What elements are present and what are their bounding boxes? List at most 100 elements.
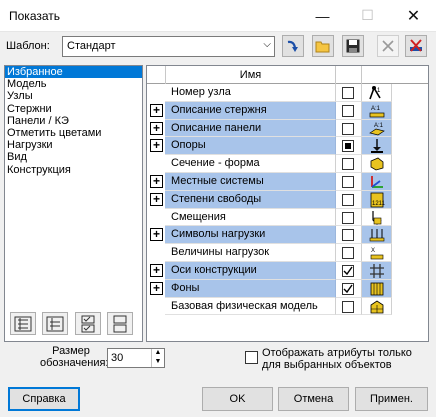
expand-plus-icon[interactable]: + [150,192,163,206]
minimize-icon: — [315,7,330,24]
check-cell [336,297,362,316]
supports-icon [370,139,383,154]
list-item[interactable]: Избранное [5,66,142,79]
column-header-name: Имя [165,66,336,84]
arrow-down-right-icon [287,40,298,52]
table-row[interactable]: Сечение - форма [147,155,428,173]
size-stepper[interactable]: 30 ▲ ▼ [107,348,165,368]
table-row[interactable]: + Описание панели A:1 [147,119,428,138]
selected-only-checkbox[interactable] [245,351,258,364]
table-row[interactable]: Величины нагрузок X [147,244,428,262]
table-row[interactable]: + Степени свободы 1211 [147,190,428,209]
decrement-button[interactable]: ▼ [151,358,164,367]
row-checkbox[interactable] [342,211,354,224]
row-checkbox[interactable] [342,104,354,117]
list-item[interactable]: Узлы [5,90,142,102]
icon-cell: A:1 [362,119,392,138]
list-item[interactable]: Нагрузки [5,139,142,151]
icon-cell [362,226,392,245]
expand-plus-icon[interactable]: + [150,103,163,117]
ok-button[interactable]: OK [202,387,273,411]
row-checkbox[interactable] [342,193,354,206]
table-row[interactable]: + Оси конструкции [147,262,428,280]
row-checkbox[interactable] [342,265,354,277]
size-value: 30 [111,352,124,364]
load-values-icon: X [370,248,383,260]
expand-plus-icon[interactable]: + [150,264,163,277]
caret-down-icon: ▼ [154,358,162,365]
expand-all-button[interactable] [10,312,36,335]
row-name: Символы нагрузки [165,226,336,245]
expand-plus-icon[interactable]: + [150,121,163,135]
row-checkbox[interactable] [342,282,354,295]
row-checkbox[interactable] [342,229,354,242]
clear-all-button[interactable] [405,35,427,57]
check-cell [336,137,362,156]
apply-button[interactable]: Примен. [355,387,428,411]
check-cell [336,279,362,298]
list-item[interactable]: Вид [5,151,142,163]
row-checkbox[interactable] [342,87,354,99]
row-checkbox[interactable] [342,122,354,135]
expand-plus-icon[interactable]: + [150,281,163,295]
row-name: Местные системы [165,173,336,191]
list-item[interactable]: Отметить цветами [5,127,142,139]
apply-template-button[interactable] [282,35,304,57]
row-name: Фоны [165,279,336,298]
list-item[interactable]: Модель [5,78,142,90]
expand-tree-icon [14,316,32,331]
row-checkbox[interactable] [342,247,354,260]
open-template-button[interactable] [312,35,334,57]
check-cell [336,119,362,138]
svg-text:A:1: A:1 [374,123,384,129]
expand-plus-icon[interactable]: + [150,175,163,188]
grid-header: Имя [147,66,428,84]
increment-button[interactable]: ▲ [151,349,164,358]
row-checkbox[interactable] [342,300,354,313]
table-row[interactable]: Смещения [147,208,428,227]
close-button[interactable]: ✕ [391,0,436,31]
icon-cell [362,208,392,227]
save-template-button[interactable] [342,35,364,57]
list-item[interactable]: Стержни [5,103,142,115]
help-button[interactable]: Справка [8,387,80,411]
expand-cell: + [147,137,165,155]
row-checkbox[interactable] [342,140,354,153]
structure-axes-icon [369,263,384,278]
table-row[interactable]: + Описание стержня A:1 [147,101,428,120]
minimize-button[interactable]: — [300,0,345,31]
template-select[interactable]: Стандарт ⌵ [62,36,275,57]
row-name: Смещения [165,208,336,227]
cancel-button[interactable]: Отмена [278,387,349,411]
row-checkbox[interactable] [342,158,354,171]
category-list[interactable]: Избранное Модель Узлы Стержни Панели / К… [4,65,143,342]
icon-cell: 1 [362,84,392,102]
table-row[interactable]: + Фоны [147,279,428,298]
check-cell [336,226,362,245]
expand-plus-icon[interactable]: + [150,228,163,242]
check-all-button[interactable] [75,312,101,335]
maximize-icon: ☐ [361,7,374,23]
expand-cell: + [147,191,165,209]
template-label: Шаблон: [6,40,50,52]
delete-template-button [377,35,399,57]
list-item[interactable]: Конструкция [5,164,142,176]
svg-text:X: X [371,248,375,254]
degrees-of-freedom-icon: 1211 [370,192,385,208]
table-row[interactable]: + Местные системы [147,173,428,191]
column-header-check [336,66,362,84]
table-row[interactable]: + Опоры [147,137,428,156]
expand-cell [147,298,165,316]
chevron-down-icon: ⌵ [263,39,271,50]
uncheck-all-button[interactable] [107,312,133,335]
table-row[interactable]: Номер узла 1 [147,84,428,102]
check-cell [336,208,362,227]
table-row[interactable]: + Символы нагрузки [147,226,428,245]
expand-plus-icon[interactable]: + [150,139,163,153]
collapse-all-button[interactable] [42,312,68,335]
list-item[interactable]: Панели / КЭ [5,115,142,127]
table-row[interactable]: Базовая физическая модель [147,297,428,316]
expand-cell: + [147,226,165,244]
template-value: Стандарт [67,40,116,52]
row-checkbox[interactable] [342,176,354,188]
